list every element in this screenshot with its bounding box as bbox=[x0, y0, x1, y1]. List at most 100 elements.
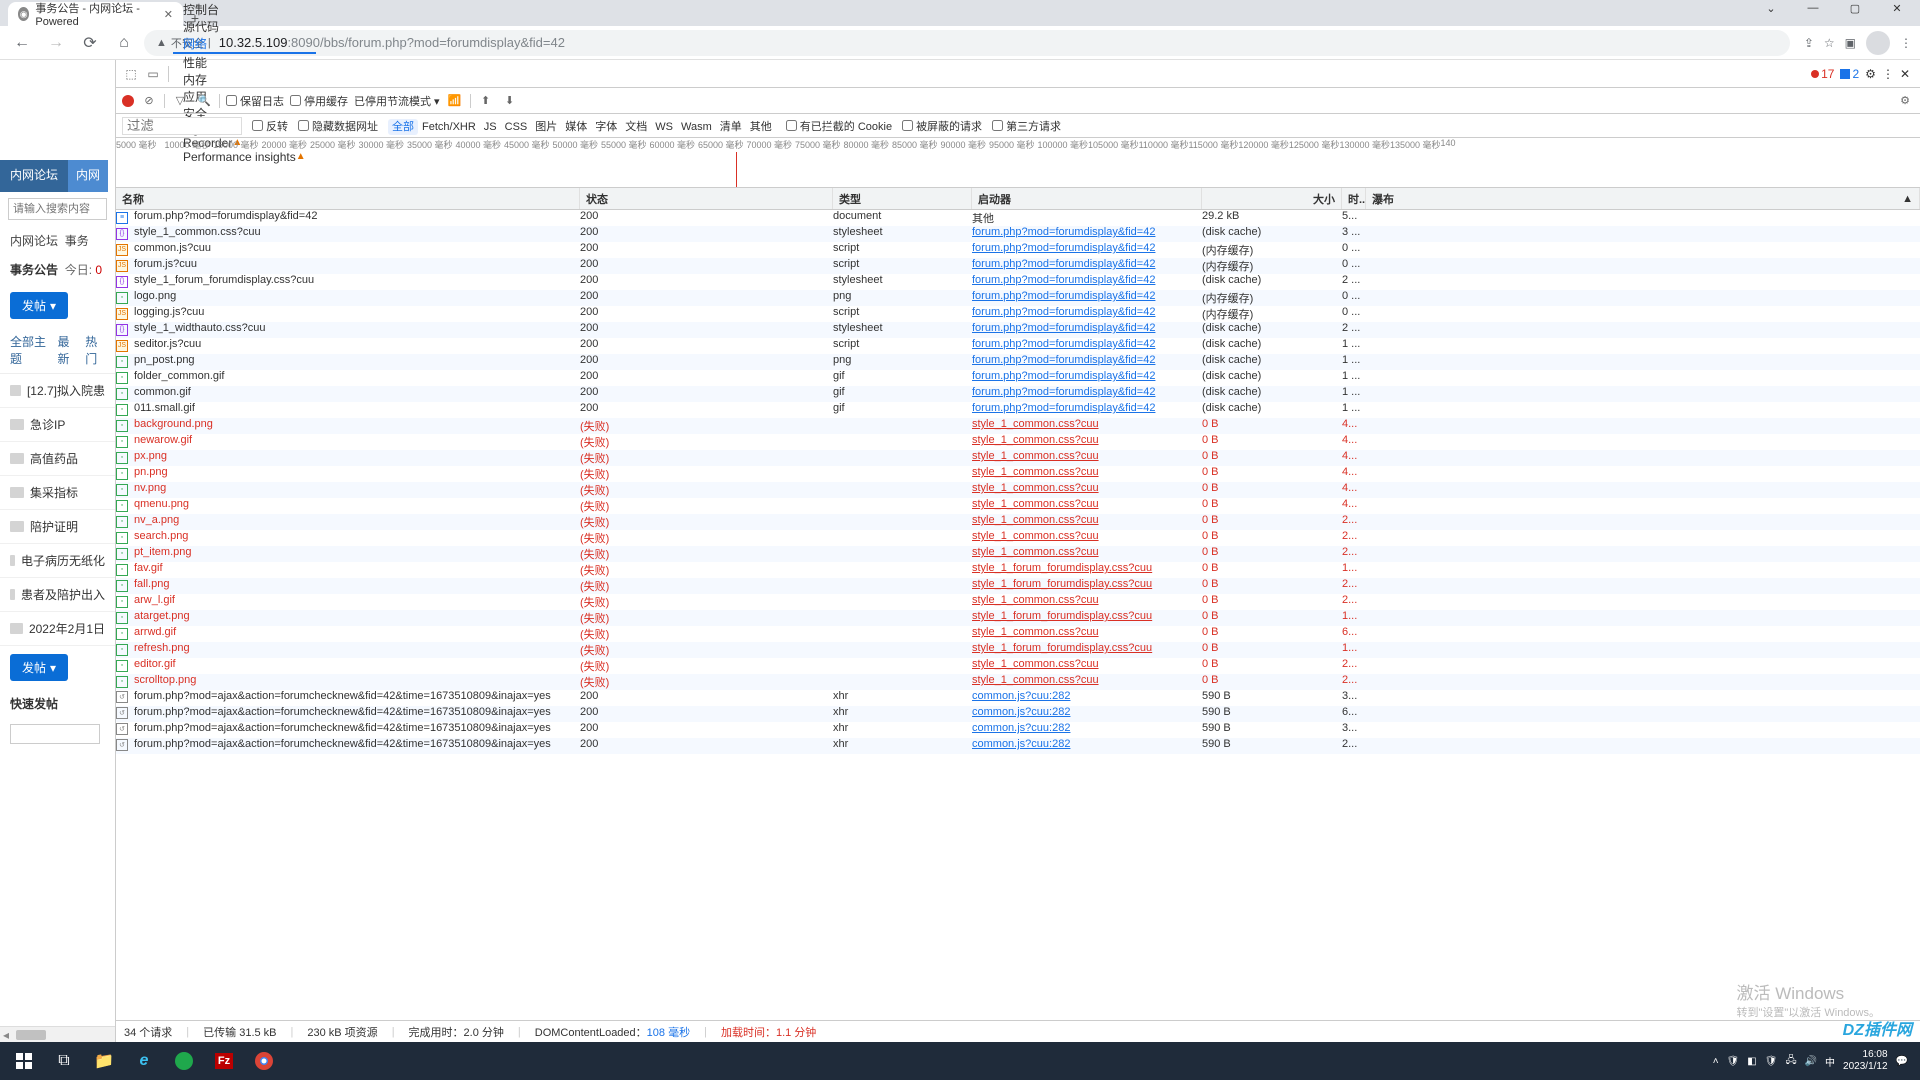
forum-search-input[interactable] bbox=[8, 198, 107, 220]
initiator-link[interactable]: forum.php?mod=forumdisplay&fid=42 bbox=[972, 322, 1155, 334]
tray-app-icon[interactable]: ◧ bbox=[1747, 1056, 1756, 1067]
hide-data-urls-checkbox[interactable]: 隐藏数据网址 bbox=[298, 118, 378, 134]
blocked-requests-checkbox[interactable]: 被屏蔽的请求 bbox=[902, 118, 982, 134]
network-request-row[interactable]: JScommon.js?cuu200scriptforum.php?mod=fo… bbox=[116, 242, 1920, 258]
thread-item[interactable]: 陪护证明 bbox=[0, 510, 115, 544]
horizontal-scrollbar[interactable]: ◂ bbox=[0, 1026, 115, 1042]
initiator-link[interactable]: style_1_common.css?cuu bbox=[972, 674, 1099, 686]
network-request-row[interactable]: ▫nv.png(失败)style_1_common.css?cuu0 B4... bbox=[116, 482, 1920, 498]
col-name[interactable]: 名称 bbox=[116, 188, 580, 209]
initiator-link[interactable]: style_1_common.css?cuu bbox=[972, 530, 1099, 542]
profile-avatar-icon[interactable] bbox=[1866, 31, 1890, 55]
thread-item[interactable]: 电子病历无纸化 bbox=[0, 544, 115, 578]
initiator-link[interactable]: forum.php?mod=forumdisplay&fid=42 bbox=[972, 226, 1155, 238]
breadcrumb[interactable]: 事务 bbox=[65, 234, 89, 248]
network-request-row[interactable]: ↺forum.php?mod=ajax&action=forumchecknew… bbox=[116, 706, 1920, 722]
initiator-link[interactable]: forum.php?mod=forumdisplay&fid=42 bbox=[972, 306, 1155, 318]
network-request-row[interactable]: JSseditor.js?cuu200scriptforum.php?mod=f… bbox=[116, 338, 1920, 354]
network-request-row[interactable]: ▫pt_item.png(失败)style_1_common.css?cuu0 … bbox=[116, 546, 1920, 562]
initiator-link[interactable]: style_1_common.css?cuu bbox=[972, 626, 1099, 638]
thread-item[interactable]: 急诊IP bbox=[0, 408, 115, 442]
tray-network-icon[interactable]: 🖧 bbox=[1785, 1053, 1796, 1070]
export-icon[interactable]: ⬇ bbox=[501, 94, 519, 107]
filter-type[interactable]: 全部 bbox=[388, 119, 418, 135]
thread-item[interactable]: 高值药品 bbox=[0, 442, 115, 476]
filter-toggle-icon[interactable]: ▽ bbox=[171, 94, 189, 107]
initiator-link[interactable]: style_1_common.css?cuu bbox=[972, 546, 1099, 558]
quick-post-title-input[interactable] bbox=[10, 724, 100, 744]
invert-checkbox[interactable]: 反转 bbox=[252, 118, 288, 134]
initiator-link[interactable]: style_1_common.css?cuu bbox=[972, 498, 1099, 510]
initiator-link[interactable]: forum.php?mod=forumdisplay&fid=42 bbox=[972, 274, 1155, 286]
ie-icon[interactable]: e bbox=[124, 1045, 164, 1077]
network-request-row[interactable]: ↺forum.php?mod=ajax&action=forumchecknew… bbox=[116, 722, 1920, 738]
network-request-row[interactable]: ▫newarow.gif(失败)style_1_common.css?cuu0 … bbox=[116, 434, 1920, 450]
network-request-row[interactable]: ▫refresh.png(失败)style_1_forum_forumdispl… bbox=[116, 642, 1920, 658]
close-devtools-icon[interactable]: ✕ bbox=[1900, 67, 1910, 81]
wifi-icon[interactable]: 📶 bbox=[446, 94, 464, 107]
thread-item[interactable]: [12.7]拟入院患 bbox=[0, 374, 115, 408]
network-request-row[interactable]: ▫folder_common.gif200gifforum.php?mod=fo… bbox=[116, 370, 1920, 386]
filter-type[interactable]: Fetch/XHR bbox=[418, 119, 480, 135]
window-close-icon[interactable]: ✕ bbox=[1878, 2, 1916, 15]
initiator-link[interactable]: forum.php?mod=forumdisplay&fid=42 bbox=[972, 338, 1155, 350]
network-request-row[interactable]: ↺forum.php?mod=ajax&action=forumchecknew… bbox=[116, 690, 1920, 706]
browser-tab[interactable]: ◉ 事务公告 - 内网论坛 - Powered ✕ bbox=[8, 2, 183, 26]
initiator-link[interactable]: forum.php?mod=forumdisplay&fid=42 bbox=[972, 370, 1155, 382]
menu-icon[interactable]: ⋮ bbox=[1900, 36, 1912, 50]
network-request-row[interactable]: JSforum.js?cuu200scriptforum.php?mod=for… bbox=[116, 258, 1920, 274]
network-request-row[interactable]: ▫pn.png(失败)style_1_common.css?cuu0 B4... bbox=[116, 466, 1920, 482]
window-maximize-icon[interactable]: ▢ bbox=[1836, 2, 1874, 15]
tray-volume-icon[interactable]: 🔊 bbox=[1805, 1056, 1817, 1067]
file-explorer-icon[interactable]: 📁 bbox=[84, 1045, 124, 1077]
devtools-tab-内存[interactable]: 内存 bbox=[173, 71, 316, 88]
home-button[interactable]: ⌂ bbox=[110, 29, 138, 57]
filter-type[interactable]: CSS bbox=[501, 119, 532, 135]
inspect-icon[interactable]: ⬚ bbox=[120, 67, 142, 81]
settings-icon[interactable]: ⚙ bbox=[1865, 67, 1876, 81]
tray-defender-icon[interactable]: 🛡 bbox=[1765, 1056, 1778, 1067]
side-panel-icon[interactable]: ▣ bbox=[1845, 36, 1856, 50]
initiator-link[interactable]: common.js?cuu:282 bbox=[972, 706, 1070, 718]
notification-icon[interactable]: 💬 bbox=[1896, 1056, 1908, 1067]
devtools-tab-性能[interactable]: 性能 bbox=[173, 54, 316, 71]
start-button[interactable] bbox=[4, 1045, 44, 1077]
filter-type[interactable]: JS bbox=[480, 119, 501, 135]
third-party-checkbox[interactable]: 第三方请求 bbox=[992, 118, 1061, 134]
tray-up-icon[interactable]: ˄ bbox=[1713, 1056, 1719, 1067]
network-request-row[interactable]: ▫common.gif200gifforum.php?mod=forumdisp… bbox=[116, 386, 1920, 402]
initiator-link[interactable]: common.js?cuu:282 bbox=[972, 722, 1070, 734]
breadcrumb[interactable]: 内网论坛 bbox=[10, 234, 58, 248]
col-status[interactable]: 状态 bbox=[580, 188, 833, 209]
filter-hot[interactable]: 热门 bbox=[85, 333, 105, 367]
col-time[interactable]: 时... bbox=[1342, 188, 1366, 209]
initiator-link[interactable]: style_1_common.css?cuu bbox=[972, 450, 1099, 462]
initiator-link[interactable]: forum.php?mod=forumdisplay&fid=42 bbox=[972, 402, 1155, 414]
filter-type[interactable]: WS bbox=[651, 119, 677, 135]
initiator-link[interactable]: style_1_common.css?cuu bbox=[972, 466, 1099, 478]
network-request-row[interactable]: ▫arw_l.gif(失败)style_1_common.css?cuu0 B2… bbox=[116, 594, 1920, 610]
forum-nav-tab[interactable]: 内网 bbox=[68, 160, 108, 192]
network-request-row[interactable]: {}style_1_forum_forumdisplay.css?cuu200s… bbox=[116, 274, 1920, 290]
tray-antivirus-icon[interactable]: 🛡 bbox=[1727, 1056, 1740, 1067]
close-tab-icon[interactable]: ✕ bbox=[164, 8, 173, 21]
record-icon[interactable] bbox=[122, 95, 134, 107]
clear-icon[interactable]: ⊘ bbox=[140, 94, 158, 107]
network-request-row[interactable]: ▫pn_post.png200pngforum.php?mod=forumdis… bbox=[116, 354, 1920, 370]
network-request-row[interactable]: ▫scrolltop.png(失败)style_1_common.css?cuu… bbox=[116, 674, 1920, 690]
back-button[interactable]: ← bbox=[8, 29, 36, 57]
network-request-row[interactable]: ▫search.png(失败)style_1_common.css?cuu0 B… bbox=[116, 530, 1920, 546]
devtools-tab-控制台[interactable]: 控制台 bbox=[173, 1, 316, 18]
network-request-row[interactable]: ▫editor.gif(失败)style_1_common.css?cuu0 B… bbox=[116, 658, 1920, 674]
initiator-link[interactable]: forum.php?mod=forumdisplay&fid=42 bbox=[972, 242, 1155, 254]
device-toggle-icon[interactable]: ▭ bbox=[142, 67, 164, 81]
initiator-link[interactable]: style_1_forum_forumdisplay.css?cuu bbox=[972, 578, 1152, 590]
gear-icon[interactable]: ⚙ bbox=[1896, 94, 1914, 107]
reload-button[interactable]: ⟳ bbox=[76, 29, 104, 57]
browser360-icon[interactable] bbox=[164, 1045, 204, 1077]
taskbar-clock[interactable]: 16:08 2023/1/12 bbox=[1843, 1049, 1888, 1073]
new-post-button[interactable]: 发帖 ▾ bbox=[10, 654, 68, 681]
initiator-link[interactable]: style_1_common.css?cuu bbox=[972, 418, 1099, 430]
filezilla-icon[interactable]: Fz bbox=[204, 1045, 244, 1077]
thread-item[interactable]: 2022年2月1日 bbox=[0, 612, 115, 646]
